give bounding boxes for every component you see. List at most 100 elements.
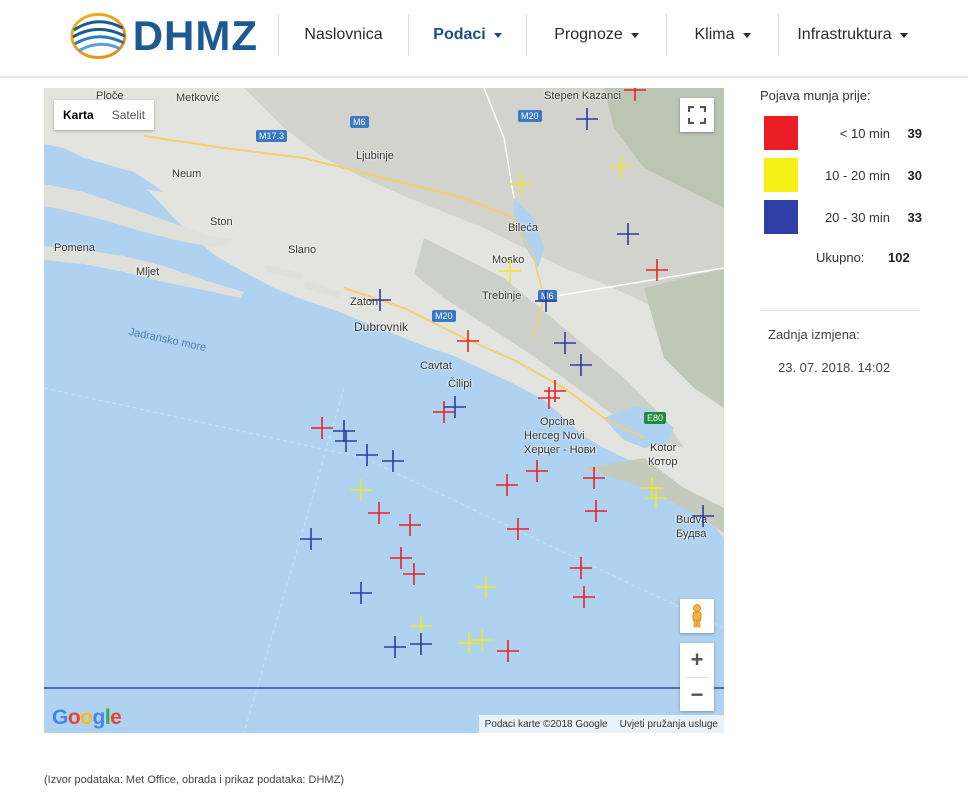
- pegman-icon: [692, 604, 702, 628]
- lightning-strike-red: [497, 640, 519, 662]
- legend-count: 39: [907, 126, 922, 141]
- terms-link[interactable]: Uvjeti pružanja usluge: [620, 719, 718, 730]
- lightning-strike-red: [538, 387, 560, 409]
- lightning-strike-blue: [570, 354, 592, 376]
- legend-row-20-30: 20 - 30 min 33: [764, 200, 924, 234]
- lightning-strike-yellow: [471, 629, 493, 651]
- legend-swatch-red: [764, 116, 798, 150]
- legend-range: 10 - 20 min: [824, 168, 890, 183]
- lightning-strike-red: [573, 586, 595, 608]
- road-badge: M6: [350, 116, 369, 128]
- lightning-strike-red: [311, 417, 333, 439]
- lightning-strike-red: [368, 502, 390, 524]
- legend-count: 33: [907, 210, 922, 225]
- site-header: DHMZ Naslovnica Podaci Prognoze Klima In…: [0, 0, 968, 78]
- lightning-strike-red: [585, 500, 607, 522]
- lightning-strike-red: [583, 467, 605, 489]
- map-type-map-button[interactable]: Karta: [54, 100, 103, 130]
- map-data-credit: Podaci karte ©2018 Google: [484, 718, 608, 730]
- lightning-strike-red: [624, 88, 646, 101]
- logo-text: DHMZ: [132, 12, 258, 59]
- caret-down-icon: [493, 32, 502, 38]
- nav-label: Infrastruktura: [797, 26, 892, 43]
- legend-swatch-blue: [764, 200, 798, 234]
- caret-down-icon: [899, 32, 908, 38]
- lightning-strike-blue: [410, 633, 432, 655]
- source-note: (Izvor podataka: Met Office, obrada i pr…: [44, 774, 344, 786]
- lightning-strike-yellow: [499, 260, 521, 282]
- place-label: Neum: [172, 168, 202, 180]
- place-label: Mljet: [136, 266, 160, 278]
- zoom-in-button[interactable]: +: [680, 643, 714, 677]
- place-label: Čilipi: [448, 378, 472, 390]
- lightning-strike-red: [507, 518, 529, 540]
- legend: Pojava munja prije:: [752, 88, 932, 103]
- fullscreen-icon: [688, 106, 706, 124]
- nav-prognoze[interactable]: Prognoze: [526, 14, 666, 56]
- lightning-strike-red: [496, 474, 518, 496]
- nav-label: Podaci: [433, 26, 486, 43]
- lightning-strike-red: [526, 460, 548, 482]
- lightning-strike-yellow: [645, 487, 667, 509]
- place-label: Котор: [648, 456, 678, 468]
- nav-infrastruktura[interactable]: Infrastruktura: [778, 14, 926, 56]
- lightning-strike-red: [403, 563, 425, 585]
- nav-label: Prognoze: [554, 26, 623, 43]
- lightning-strike-blue: [384, 636, 406, 658]
- map-type-satellite-button[interactable]: Satelit: [103, 100, 154, 130]
- legend-title: Pojava munja prije:: [760, 88, 871, 103]
- lightning-strike-yellow: [350, 479, 372, 501]
- place-label: Pomena: [54, 242, 95, 254]
- nav-naslovnica[interactable]: Naslovnica: [278, 14, 408, 56]
- place-label: Opcina: [540, 416, 575, 428]
- nav-label: Klima: [694, 26, 735, 43]
- total-label: Ukupno:: [816, 250, 865, 265]
- place-label: Dubrovnik: [354, 320, 409, 334]
- road-badge: E80: [644, 412, 667, 424]
- lightning-strike-blue: [300, 528, 322, 550]
- fullscreen-button[interactable]: [680, 98, 714, 132]
- road-badge: M20: [432, 310, 456, 322]
- sidebar-divider: [760, 310, 920, 311]
- lightning-strike-red: [570, 557, 592, 579]
- lightning-strike-blue: [382, 450, 404, 472]
- last-update-value: 23. 07. 2018. 14:02: [778, 360, 891, 375]
- caret-down-icon: [742, 32, 751, 38]
- place-label: Ston: [210, 216, 233, 228]
- lightning-strike-blue: [692, 505, 714, 527]
- lightning-strike-blue: [617, 223, 639, 245]
- place-label: Herceg Novi: [524, 430, 585, 442]
- main-nav: Naslovnica Podaci Prognoze Klima Infrast…: [278, 14, 926, 56]
- place-label: Bileća: [508, 222, 538, 234]
- place-label: Metković: [176, 92, 220, 104]
- lightning-strike-red: [457, 330, 479, 352]
- lightning-strike-blue: [350, 582, 372, 604]
- place-label: Будва: [676, 528, 707, 540]
- lightning-strike-yellow: [510, 173, 532, 195]
- map-attribution: Podaci karte ©2018 Google Uvjeti pružanj…: [478, 715, 724, 733]
- lightning-strike-yellow: [475, 576, 497, 598]
- map-type-control: Karta Satelit: [54, 100, 155, 130]
- legend-row-under-10: < 10 min 39: [764, 116, 924, 150]
- zoom-out-button[interactable]: −: [680, 678, 714, 712]
- lightning-strike-red: [646, 259, 668, 281]
- legend-swatch-yellow: [764, 158, 798, 192]
- zoom-control: + −: [680, 643, 714, 711]
- lightning-strike-blue: [369, 289, 391, 311]
- last-update-label: Zadnja izmjena:: [768, 327, 860, 342]
- street-view-pegman[interactable]: [680, 599, 714, 633]
- dhmz-logo[interactable]: DHMZ: [68, 10, 258, 62]
- caret-down-icon: [630, 32, 639, 38]
- place-label: Херцег - Нови: [524, 444, 596, 456]
- place-label: Slano: [288, 244, 317, 256]
- lightning-map[interactable]: Jadransko more Ploče Metković Neum Ston …: [44, 88, 724, 733]
- logo-swirl-icon: [70, 12, 127, 60]
- nav-klima[interactable]: Klima: [666, 14, 778, 56]
- nav-podaci[interactable]: Podaci: [408, 14, 526, 56]
- lightning-strike-blue: [444, 396, 466, 418]
- lightning-strike-red: [399, 514, 421, 536]
- place-label: Ljubinje: [356, 150, 394, 162]
- place-label: Trebinje: [482, 290, 522, 302]
- lightning-strike-yellow: [610, 156, 632, 178]
- google-logo[interactable]: Google: [52, 706, 122, 730]
